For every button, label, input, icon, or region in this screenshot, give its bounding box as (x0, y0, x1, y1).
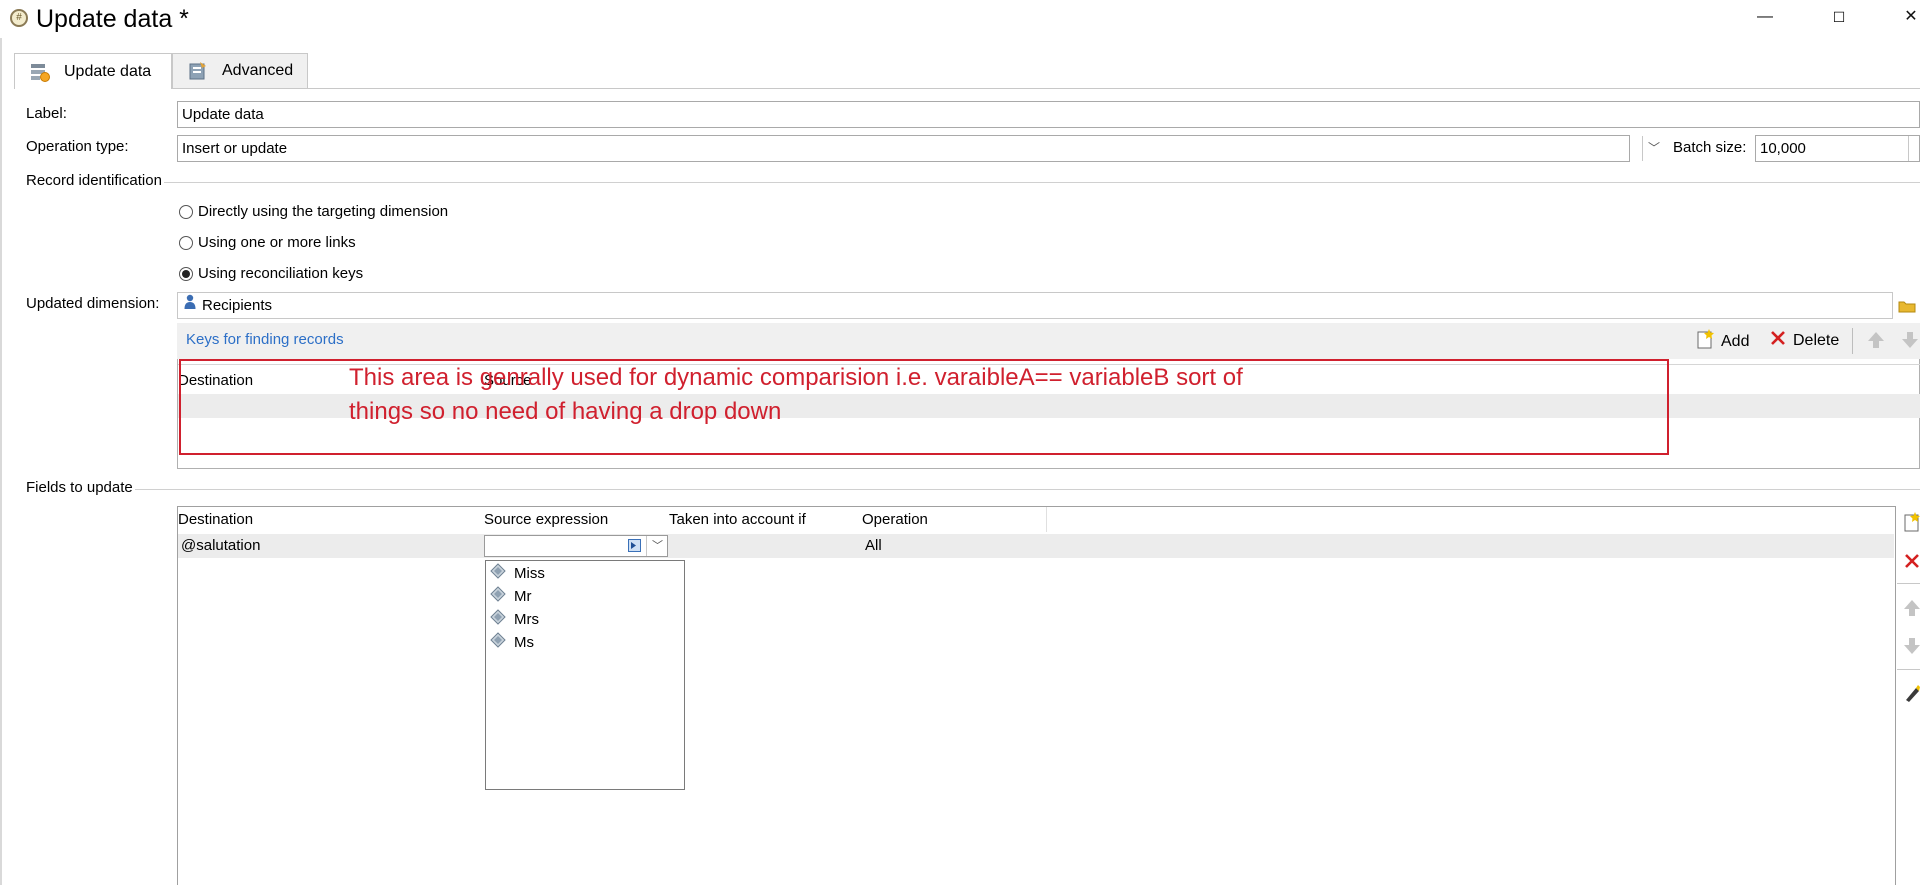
label-caption: Label: (26, 105, 67, 122)
radio-circle (179, 204, 193, 219)
annotation-text-line1: This area is genrally used for dynamic c… (349, 364, 1243, 391)
maximize-button[interactable]: ☐ (1814, 0, 1864, 34)
advanced-icon (188, 61, 208, 81)
tab-advanced[interactable]: Advanced (172, 53, 308, 88)
move-up-icon[interactable] (1866, 331, 1886, 353)
annotation-text-line2: things so no need of having a drop down (349, 398, 782, 425)
tab-advanced-label: Advanced (222, 62, 294, 79)
app-icon: # (10, 9, 28, 27)
move-down-icon[interactable] (1904, 637, 1920, 659)
list-item[interactable]: Mr (490, 585, 532, 607)
label-input[interactable]: Update data (177, 101, 1920, 128)
chevron-down-icon[interactable]: ﹀ (646, 536, 668, 556)
window-border (0, 38, 2, 885)
window-title: Update data * (36, 5, 189, 33)
radio-label: Directly using the targeting dimension (198, 203, 449, 220)
radio-targeting-dimension[interactable]: Directly using the targeting dimension (179, 203, 448, 220)
recipient-icon (184, 293, 196, 318)
enum-value-icon (490, 632, 506, 652)
folder-icon[interactable] (1894, 294, 1920, 318)
column-separator (1046, 507, 1047, 532)
batch-size-caption: Batch size: (1673, 139, 1747, 156)
list-item-label: Ms (514, 633, 534, 651)
update-data-icon (30, 62, 50, 82)
move-up-icon[interactable] (1904, 599, 1920, 621)
keys-title: Keys for finding records (186, 331, 344, 348)
toolbar-separator (1852, 328, 1853, 354)
radio-reconciliation-keys[interactable]: Using reconciliation keys (179, 265, 363, 282)
move-down-icon[interactable] (1900, 331, 1920, 353)
expression-editor-icon[interactable] (628, 539, 641, 552)
row-destination: @salutation (181, 537, 261, 554)
delete-field-icon[interactable] (1904, 552, 1920, 574)
fields-to-update-caption: Fields to update (26, 478, 135, 498)
add-key-button[interactable]: Add (1697, 329, 1749, 354)
radio-circle (179, 235, 193, 250)
tab-update-data[interactable]: Update data (14, 53, 172, 89)
fields-column-destination[interactable]: Destination (178, 511, 253, 528)
updated-dimension-value: Recipients (202, 297, 273, 314)
minimize-button[interactable]: — (1740, 0, 1790, 34)
add-icon (1697, 329, 1715, 354)
radio-one-or-more-links[interactable]: Using one or more links (179, 234, 356, 251)
fields-column-operation[interactable]: Operation (862, 511, 928, 528)
record-identification-divider (26, 182, 1920, 183)
keys-toolbar (177, 323, 1920, 359)
add-key-label: Add (1721, 332, 1750, 350)
radio-circle-checked (179, 266, 193, 281)
record-identification-caption: Record identification (26, 171, 164, 191)
chevron-down-icon[interactable]: ﹀ (1642, 136, 1665, 161)
delete-icon (1769, 329, 1787, 352)
enum-value-icon (490, 609, 506, 629)
batch-size-input[interactable]: 10,000 (1755, 135, 1920, 162)
enum-value-icon (490, 586, 506, 606)
add-field-icon[interactable] (1904, 512, 1920, 536)
fields-column-source-expression[interactable]: Source expression (484, 511, 608, 528)
close-button[interactable]: ✕ (1886, 0, 1920, 34)
edit-expression-icon[interactable] (1904, 684, 1920, 706)
fields-grid (177, 506, 1896, 885)
operation-type-caption: Operation type: (26, 138, 129, 155)
list-item-label: Mr (514, 587, 532, 605)
batch-size-stepper[interactable] (1908, 136, 1920, 161)
table-row[interactable] (178, 534, 1894, 558)
tab-update-data-label: Update data (64, 62, 152, 80)
enum-value-icon (490, 563, 506, 583)
list-item[interactable]: Ms (490, 631, 534, 653)
toolbar-separator (1897, 583, 1920, 584)
list-item[interactable]: Miss (490, 562, 545, 584)
row-operation: All (865, 537, 882, 554)
operation-type-select[interactable]: Insert or update (177, 135, 1630, 162)
fields-divider (26, 489, 1920, 490)
updated-dimension-caption: Updated dimension: (26, 295, 160, 312)
radio-label: Using one or more links (198, 234, 356, 251)
radio-label: Using reconciliation keys (198, 265, 364, 282)
operation-type-value: Insert or update (182, 140, 288, 157)
updated-dimension-field[interactable]: Recipients (177, 292, 1893, 319)
tab-divider (14, 88, 1920, 89)
list-item[interactable]: Mrs (490, 608, 539, 630)
title-bar (0, 0, 1920, 38)
toolbar-separator (1897, 669, 1920, 670)
delete-key-button[interactable]: Delete (1769, 329, 1839, 352)
list-item-label: Mrs (514, 610, 539, 628)
list-item-label: Miss (514, 564, 545, 582)
fields-column-condition[interactable]: Taken into account if (669, 511, 806, 528)
delete-key-label: Delete (1793, 331, 1840, 349)
